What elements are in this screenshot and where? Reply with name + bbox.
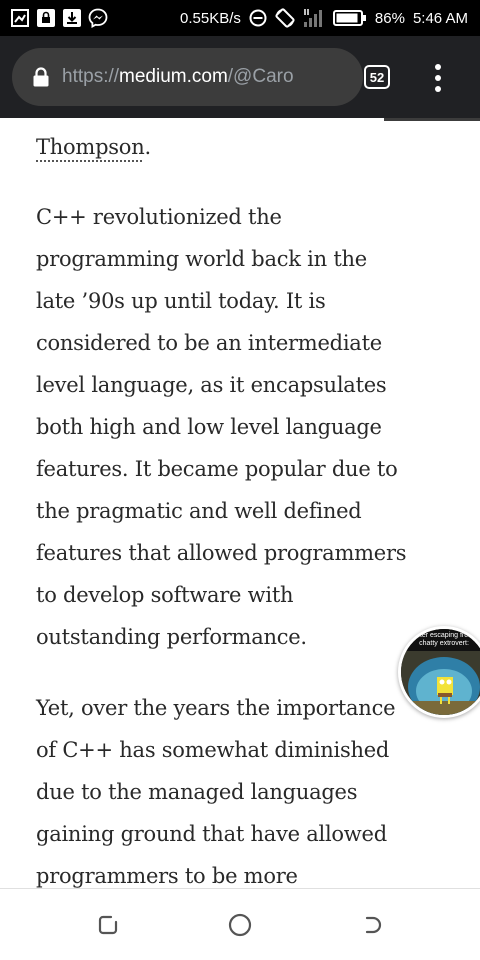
home-icon[interactable]	[227, 912, 253, 938]
rotate-icon	[275, 8, 295, 28]
url-text[interactable]: https://medium.com/@Caro	[62, 66, 294, 88]
text-line: level language, as it encapsulates	[36, 373, 387, 397]
bubble-caption-line1: after escaping from	[414, 632, 474, 639]
browser-toolbar: https://medium.com/@Caro 52	[0, 36, 480, 118]
tab-switcher-button[interactable]: 52	[364, 65, 390, 89]
overflow-menu-button[interactable]	[424, 64, 452, 92]
screenshot-icon	[11, 9, 29, 27]
clock: 5:46 AM	[412, 9, 468, 27]
floating-video-bubble[interactable]: after escaping from chatty extrovert:	[398, 626, 480, 718]
text-line: the pragmatic and well defined	[36, 499, 362, 523]
menu-dot-icon	[435, 75, 441, 81]
notification-icons	[10, 8, 108, 28]
text-line: features that allowed programmers	[36, 541, 407, 565]
text-line: programmers to be more	[36, 864, 298, 888]
dnd-icon	[249, 9, 267, 27]
text-line: C++ revolutionized the	[36, 205, 282, 229]
text-line: gaining ground that have allowed	[36, 822, 387, 846]
download-icon	[63, 9, 81, 27]
text-line: considered to be an intermediate	[36, 331, 382, 355]
bubble-caption: after escaping from chatty extrovert:	[401, 629, 480, 651]
recent-apps-icon[interactable]	[95, 912, 121, 938]
text-line: of C++ has somewhat diminished	[36, 738, 390, 762]
text-line: to develop software with	[36, 583, 294, 607]
battery-percent: 86%	[374, 9, 405, 27]
text-line: due to the managed languages	[36, 780, 358, 804]
bubble-caption-line2: chatty extrovert:	[419, 640, 469, 647]
network-speed: 0.55KB/s	[180, 9, 241, 27]
text-line: late ’90s up until today. It is	[36, 289, 326, 313]
paragraph-cpp-history: C++ revolutionized the programming world …	[36, 196, 456, 658]
menu-dot-icon	[435, 64, 441, 70]
period: .	[144, 135, 151, 159]
back-icon[interactable]	[359, 912, 385, 938]
messenger-icon	[88, 8, 108, 28]
text-line: both high and low level language	[36, 415, 382, 439]
signal-icon	[303, 9, 322, 27]
url-path: /@Caro	[227, 66, 294, 87]
lock-icon[interactable]	[32, 66, 50, 88]
system-nav-bar	[0, 888, 480, 960]
url-host: medium.com	[119, 66, 228, 87]
article-body[interactable]: Thompson. C++ revolutionized the programm…	[0, 121, 480, 888]
paragraph-cpp-decline: Yet, over the years the importance of C++…	[36, 687, 456, 888]
status-bar: 0.55KB/s 86% 5:46 AM	[0, 0, 480, 36]
text-line: programming world back in the	[36, 247, 367, 271]
url-scheme: https://	[62, 66, 120, 87]
address-bar[interactable]: https://medium.com/@Caro	[12, 48, 363, 106]
menu-dot-icon	[435, 86, 441, 92]
text-line: outstanding performance.	[36, 625, 307, 649]
lock-notification-icon	[37, 9, 55, 27]
paragraph-tail: Thompson.	[36, 126, 456, 168]
battery-icon	[332, 10, 366, 26]
text-line: features. It became popular due to	[36, 457, 398, 481]
text-line: Yet, over the years the importance	[36, 696, 396, 720]
author-link[interactable]: Thompson	[36, 135, 145, 159]
